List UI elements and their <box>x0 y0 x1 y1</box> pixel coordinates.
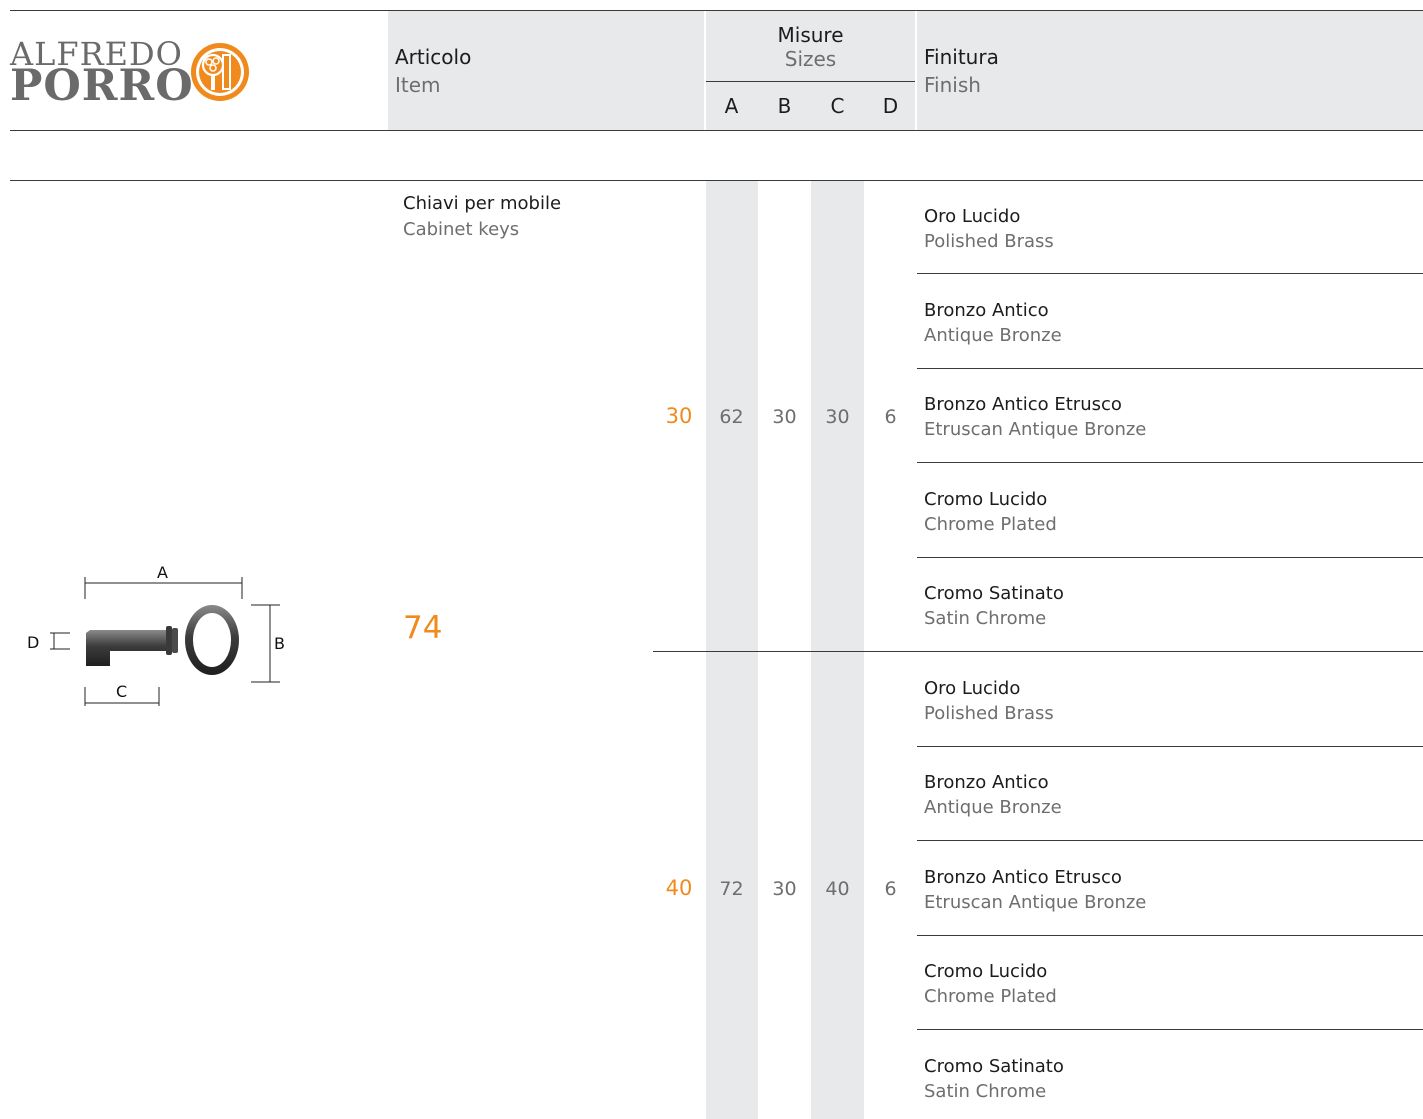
finish-separator <box>917 273 1423 274</box>
finish-separator <box>917 557 1423 558</box>
finish-row: Cromo Lucido Chrome Plated <box>924 961 1057 1007</box>
product-name-en: Cabinet keys <box>403 219 520 240</box>
dimension-label-c: C <box>116 682 127 701</box>
header-sizes-label-en: Sizes <box>784 47 837 71</box>
product-name: Chiavi per mobile <box>403 193 562 214</box>
dimension-a: 62 <box>719 406 744 428</box>
dimension-a: 72 <box>719 878 744 900</box>
finish-row: Bronzo Antico Antique Bronze <box>924 772 1062 818</box>
finish-separator <box>917 746 1423 747</box>
sizes-divider <box>706 81 915 82</box>
finish-row: Bronzo Antico Etrusco Etruscan Antique Br… <box>924 867 1147 913</box>
finish-separator <box>917 935 1423 936</box>
dimension-label-b: B <box>274 634 285 653</box>
finish-separator <box>917 840 1423 841</box>
header-item-label-en: Item <box>395 73 441 97</box>
size-letter-c: C <box>830 94 845 118</box>
size-letter-a: A <box>724 94 739 118</box>
finish-row: Oro Lucido Polished Brass <box>924 678 1054 724</box>
size-letter-d: D <box>882 94 899 118</box>
dimension-b: 30 <box>772 406 797 428</box>
variant-divider <box>653 651 1423 652</box>
dimension-label-a: A <box>157 563 168 582</box>
header-item-cell <box>388 11 704 130</box>
key-diagram: A B C D <box>27 563 285 706</box>
variant-size: 40 <box>665 876 693 900</box>
header-sizes-label: Misure <box>777 23 844 47</box>
header-item-label: Articolo <box>395 45 472 69</box>
finish-row: Cromo Satinato Satin Chrome <box>924 583 1064 629</box>
dimension-d: 6 <box>884 878 897 900</box>
dimension-b: 30 <box>772 878 797 900</box>
column-band-c <box>811 181 864 1119</box>
header-bottom-rule <box>10 130 1423 131</box>
dimension-c: 40 <box>825 878 850 900</box>
header-finish-cell <box>917 11 1423 130</box>
finish-row: Oro Lucido Polished Brass <box>924 206 1054 252</box>
finish-row: Bronzo Antico Antique Bronze <box>924 300 1062 346</box>
finish-row: Cromo Satinato Satin Chrome <box>924 1056 1064 1102</box>
brand-emblem-icon <box>191 43 249 101</box>
header-finish-label-en: Finish <box>924 73 981 97</box>
size-letter-b: B <box>777 94 792 118</box>
variant-size: 30 <box>665 404 693 428</box>
dimension-label-d: D <box>27 633 39 652</box>
finish-row: Cromo Lucido Chrome Plated <box>924 489 1057 535</box>
finish-separator <box>917 368 1423 369</box>
dimension-d: 6 <box>884 406 897 428</box>
finish-separator <box>917 462 1423 463</box>
dimension-c: 30 <box>825 406 850 428</box>
finish-row: Bronzo Antico Etrusco Etruscan Antique Br… <box>924 394 1147 440</box>
finish-separator <box>917 1029 1423 1030</box>
product-code: 74 <box>403 610 443 646</box>
column-band-a <box>706 181 758 1119</box>
brand-name-line2: PORRO <box>10 61 194 111</box>
header-finish-label: Finitura <box>924 45 999 69</box>
